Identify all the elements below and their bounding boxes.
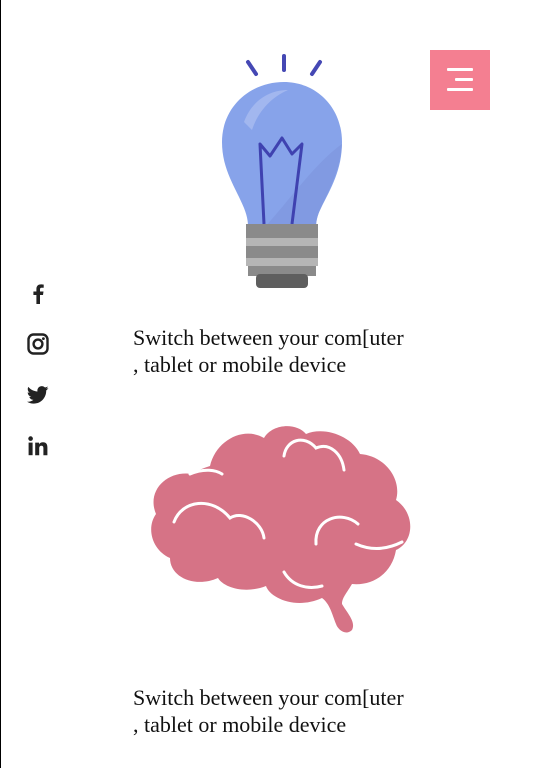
hamburger-menu-icon-middle-bar [455, 78, 473, 81]
hamburger-menu-icon-bottom-bar [447, 88, 473, 91]
feature-caption: Switch between your com[uter , tablet or… [133, 325, 404, 377]
twitter-icon [27, 386, 49, 404]
lightbulb-icon [222, 54, 342, 288]
linkedin-link[interactable] [24, 432, 52, 460]
instagram-link[interactable] [24, 330, 52, 358]
brain-icon [151, 426, 411, 633]
hamburger-menu-icon [447, 68, 473, 71]
twitter-link[interactable] [24, 381, 52, 409]
feature-caption: Switch between your com[uter , tablet or… [133, 685, 404, 737]
facebook-link[interactable] [24, 280, 52, 308]
linkedin-icon [28, 436, 48, 456]
facebook-icon [33, 284, 44, 304]
page-left-border [0, 0, 1, 768]
instagram-icon [27, 333, 49, 355]
hamburger-menu-button[interactable] [430, 50, 490, 110]
